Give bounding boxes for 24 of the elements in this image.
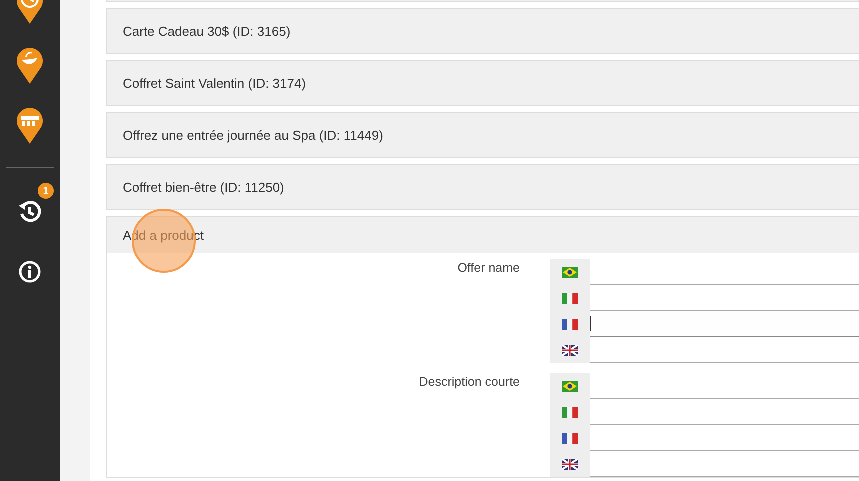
- flag-icon: [562, 318, 578, 330]
- product-panel[interactable]: Offrez une entrée journée au Spa (ID: 11449): [106, 112, 859, 158]
- product-title: Coffret bien-être (ID: 11250): [123, 180, 284, 194]
- flag-icon: [562, 266, 578, 278]
- product-panel[interactable]: Coffret bien-être (ID: 11250): [106, 164, 859, 210]
- product-title: Coffret Saint Valentin (ID: 3174): [123, 76, 306, 90]
- flag-icon: [562, 344, 578, 356]
- text-cursor: [590, 316, 591, 331]
- flag-icon: [562, 292, 578, 304]
- info-icon[interactable]: [19, 261, 41, 283]
- product-title: Offrez une entrée journée au Spa (ID: 11449): [123, 128, 384, 142]
- flag-icon: [562, 380, 578, 392]
- product-panel[interactable]: Carte Cadeau 30$ (ID: 3165): [106, 8, 859, 54]
- map-pin-icon[interactable]: [16, 106, 44, 144]
- flag-icon: [562, 458, 578, 470]
- product-title: Carte Cadeau 30$ (ID: 3165): [123, 24, 291, 38]
- flag-icon: [562, 432, 578, 444]
- notification-badge: 1: [38, 183, 54, 199]
- flag-icon: [562, 406, 578, 418]
- field-label: Description courte: [418, 374, 521, 391]
- field-label: Offer name: [456, 260, 521, 277]
- history-icon[interactable]: [18, 200, 42, 224]
- map-pin-icon[interactable]: [16, 46, 44, 84]
- product-panel[interactable]: Coffret Saint Valentin (ID: 3174): [106, 60, 859, 106]
